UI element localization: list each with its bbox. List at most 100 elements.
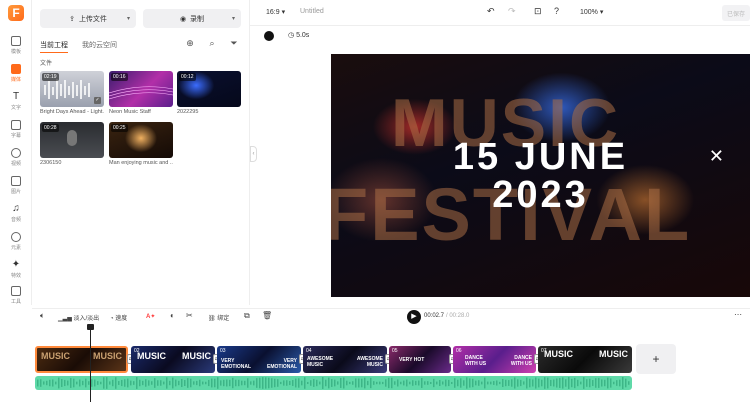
background-color-swatch[interactable]	[264, 31, 274, 41]
timeline-clip-4[interactable]: 04 AWESOME MUSIC AWESOME MUSIC	[303, 346, 387, 373]
waveform-bar	[430, 381, 432, 385]
waveform-bar	[205, 381, 207, 385]
waveform-bar	[424, 381, 426, 385]
waveform-bar	[541, 379, 543, 387]
waveform-bar	[310, 380, 312, 386]
rail-label: 视频	[10, 161, 21, 167]
add-clip-button[interactable]: +	[636, 344, 676, 374]
waveform-bar	[397, 379, 399, 387]
collapse-panel-handle[interactable]: ‹	[250, 146, 257, 162]
more-icon[interactable]: ⋯	[734, 310, 742, 319]
timeline-clip-1[interactable]: MUSIC MUSIC	[35, 346, 128, 373]
scissors-icon[interactable]: ✂	[186, 311, 193, 320]
project-title[interactable]: Untitled	[300, 8, 324, 15]
timeline-clip-5[interactable]: 05 VERY HOT	[389, 346, 451, 373]
waveform-bar	[562, 377, 564, 389]
waveform-bar	[214, 378, 216, 388]
waveform-bar	[520, 379, 522, 387]
fade-icon: ▁▃▅	[58, 316, 74, 322]
screenshot-icon[interactable]: ⊡	[534, 6, 542, 17]
chevron-down-icon[interactable]: ▾	[127, 15, 130, 22]
duration-control[interactable]: ◷ 5.0s	[288, 31, 309, 39]
rail-item-audio[interactable]: ♫ 音频	[0, 201, 32, 227]
audio-track[interactable]	[35, 376, 632, 390]
timeline-clip-7[interactable]: 07 MUSIC MUSIC	[538, 346, 632, 373]
chevron-down-icon[interactable]: ▾	[232, 15, 235, 22]
waveform-bar	[85, 378, 87, 388]
ai-icon[interactable]: A✦	[146, 313, 155, 320]
new-folder-icon[interactable]: ⊕	[185, 38, 195, 48]
rail-item-elements[interactable]: 元素	[0, 229, 32, 255]
media-thumb-4[interactable]: 00:28	[40, 122, 104, 158]
rail-item-templates[interactable]: 模板	[0, 33, 32, 59]
mirror-icon[interactable]: ◐	[170, 311, 175, 320]
audio-waveform	[37, 377, 630, 389]
filter-icon[interactable]: ⏷	[229, 38, 239, 48]
waveform-bar	[304, 377, 306, 389]
date-line-2[interactable]: 2023	[331, 174, 750, 217]
waveform-bar	[565, 379, 567, 387]
close-icon[interactable]: ✕	[709, 146, 724, 167]
aspect-ratio-select[interactable]: 16:9 ▾	[266, 8, 285, 16]
waveform-bar	[553, 379, 555, 387]
waveform-bar	[415, 380, 417, 386]
timeline-clip-6[interactable]: 06 DANCE WITH US DANCE WITH US	[453, 346, 536, 373]
waveform-bar	[178, 380, 180, 386]
template-icon	[11, 36, 21, 46]
undo-icon[interactable]: ↶	[487, 6, 495, 17]
rail-item-effects[interactable]: ✦ 特效	[0, 257, 32, 283]
check-icon: ✓	[94, 97, 101, 104]
fade-button[interactable]: ▁▃▅ 淡入/淡出	[58, 313, 99, 322]
waveform-bar	[331, 379, 333, 387]
current-time: 00:02.7	[424, 313, 445, 319]
rail-item-media[interactable]: 媒体	[0, 61, 32, 87]
date-line-1[interactable]: 15 JUNE	[331, 136, 750, 179]
record-button[interactable]: ◉ 录制 ▾	[143, 9, 241, 28]
trash-icon[interactable]: 🗑︎	[262, 311, 272, 320]
media-thumb-5[interactable]: 00:25	[109, 122, 173, 158]
waveform-bar	[157, 380, 159, 386]
waveform-bar	[292, 380, 294, 386]
media-thumb-1[interactable]: 02:19 ✓	[40, 71, 104, 107]
volume-icon[interactable]: 🔈︎	[40, 311, 45, 321]
rail-item-video[interactable]: 视频	[0, 145, 32, 171]
tab-current-project[interactable]: 当前工程	[40, 40, 68, 53]
rail-item-subtitles[interactable]: 字幕	[0, 117, 32, 143]
tab-cloud-space[interactable]: 我的云空间	[82, 40, 117, 53]
zoom-select[interactable]: 100% ▾	[580, 8, 603, 16]
play-button[interactable]: ▶	[407, 310, 421, 324]
rail-item-tools[interactable]: 工具	[0, 283, 32, 309]
waveform-bar	[484, 377, 486, 389]
elements-icon	[11, 232, 21, 242]
waveform-bar	[106, 377, 108, 389]
redo-icon[interactable]: ↷	[508, 6, 516, 17]
waveform-bar	[136, 377, 138, 389]
waveform-bar	[43, 381, 45, 385]
save-status-button[interactable]: 已保存	[722, 5, 750, 21]
waveform-bar	[256, 378, 258, 388]
search-icon[interactable]: ⌕	[207, 38, 217, 48]
duplicate-icon[interactable]: ⧉	[244, 311, 250, 321]
waveform-bar	[388, 377, 390, 389]
waveform-bar	[79, 379, 81, 387]
rail-item-images[interactable]: 图片	[0, 173, 32, 199]
waveform-bar	[619, 379, 621, 387]
rail-item-text[interactable]: T 文字	[0, 89, 32, 115]
timeline-clip-2[interactable]: 02 MUSIC MUSIC	[131, 346, 215, 373]
help-icon[interactable]: ?	[554, 6, 559, 16]
speed-button[interactable]: ◔ 速度	[110, 313, 127, 322]
playhead-line[interactable]	[90, 324, 91, 402]
timeline-clip-3[interactable]: 03 VERY EMOTIONAL VERY EMOTIONAL	[217, 346, 301, 373]
media-thumb-3[interactable]: 00:12	[177, 71, 241, 107]
video-canvas[interactable]: MUSIC FESTIVAL 15 JUNE 2023 ✕	[331, 54, 750, 297]
detach-button[interactable]: ⛓ 绑定	[208, 313, 229, 322]
waveform-bar	[526, 377, 528, 389]
waveform-bar	[175, 379, 177, 387]
folder-label[interactable]: 文件	[40, 58, 52, 67]
upload-button[interactable]: ⇪ 上传文件 ▾	[40, 9, 136, 28]
waveform-bar	[73, 378, 75, 388]
waveform-bar	[514, 377, 516, 389]
waveform-bar	[364, 377, 366, 389]
waveform-bar	[601, 379, 603, 387]
media-thumb-2[interactable]: 00:16	[109, 71, 173, 107]
